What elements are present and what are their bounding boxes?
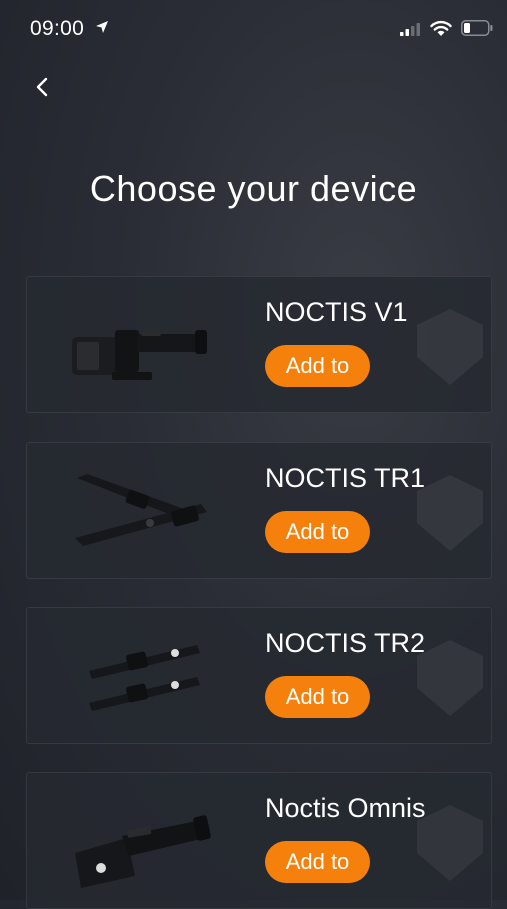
device-card-noctis-v1[interactable]: NOCTIS V1 Add to <box>26 276 492 413</box>
add-to-button[interactable]: Add to <box>265 841 370 883</box>
device-name: Noctis Omnis <box>265 793 426 823</box>
device-card-noctis-omnis[interactable]: Noctis Omnis Add to <box>26 772 492 909</box>
status-time: 09:00 <box>30 17 85 40</box>
brand-watermark-icon <box>417 309 483 385</box>
brand-watermark-icon <box>417 475 483 551</box>
device-card-noctis-tr1[interactable]: NOCTIS TR1 Add to <box>26 442 492 579</box>
device-name: NOCTIS TR2 <box>265 628 426 658</box>
wifi-icon <box>430 20 452 36</box>
noctis-tr1-device-image <box>75 474 207 546</box>
add-to-button[interactable]: Add to <box>265 511 370 553</box>
battery-icon <box>461 20 493 36</box>
brand-watermark-icon <box>417 640 483 716</box>
status-bar: 09:00 <box>0 0 507 56</box>
device-name: NOCTIS TR1 <box>265 463 426 493</box>
noctis-tr2-device-image <box>89 645 200 711</box>
back-button[interactable] <box>25 70 59 104</box>
device-card-noctis-tr2[interactable]: NOCTIS TR2 Add to <box>26 607 492 744</box>
page-title: Choose your device <box>89 168 418 209</box>
device-name: NOCTIS V1 <box>265 297 408 327</box>
cellular-signal-icon <box>400 23 420 36</box>
add-to-button[interactable]: Add to <box>265 676 370 718</box>
chevron-left-icon <box>36 77 48 97</box>
noctis-omnis-device-image <box>75 815 211 888</box>
add-to-button[interactable]: Add to <box>265 345 370 387</box>
location-arrow-icon <box>96 21 108 33</box>
noctis-v1-device-image <box>72 330 207 380</box>
